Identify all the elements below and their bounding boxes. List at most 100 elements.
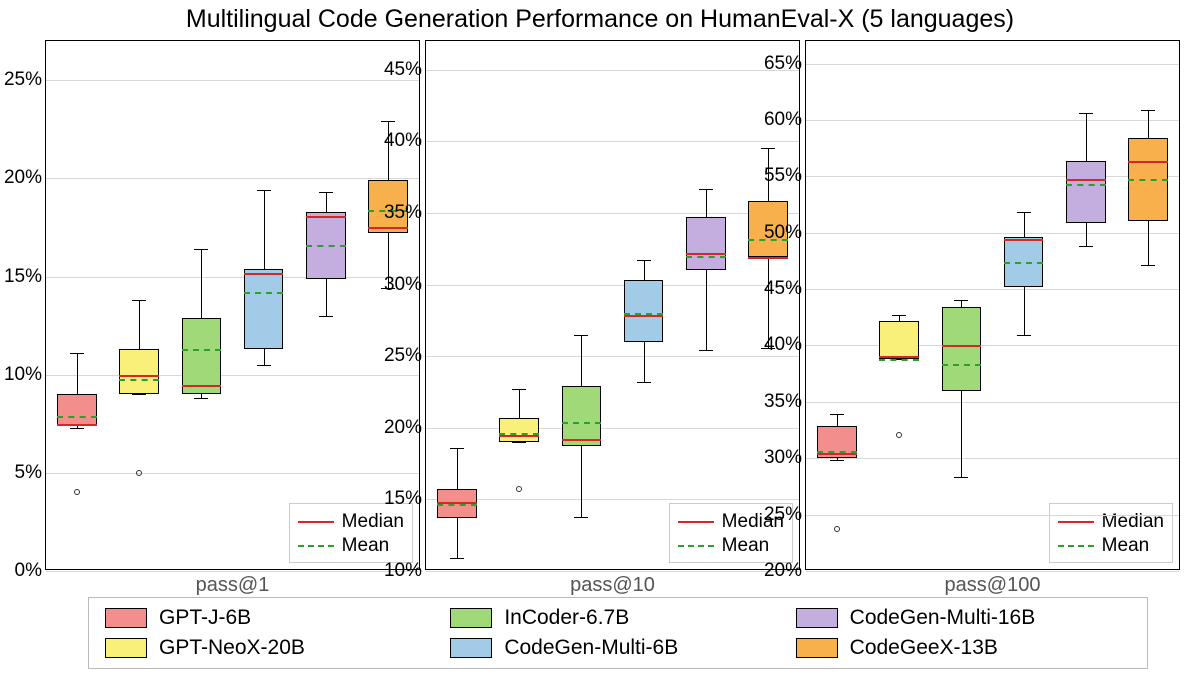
inner-legend: Median Mean xyxy=(289,503,413,563)
y-tick-label: 25% xyxy=(758,504,802,526)
y-tick-label: 40% xyxy=(378,130,422,152)
mean-line xyxy=(1066,184,1106,186)
gridline xyxy=(806,289,1179,290)
whisker-cap xyxy=(1141,110,1155,111)
whisker-cap xyxy=(761,148,775,149)
legend-label: CodeGeeX-13B xyxy=(850,636,998,660)
whisker-cap xyxy=(574,335,588,336)
median-line xyxy=(57,424,97,426)
mean-line xyxy=(182,349,222,351)
box xyxy=(57,394,97,425)
whisker-cap xyxy=(132,300,146,301)
whisker xyxy=(201,249,202,318)
legend-mean-line xyxy=(298,545,334,547)
box xyxy=(562,386,602,446)
gridline xyxy=(806,571,1179,572)
legend-item: InCoder-6.7B xyxy=(450,606,785,630)
gridline xyxy=(426,213,799,214)
y-tick-label: 25% xyxy=(0,69,42,91)
gridline xyxy=(426,571,799,572)
whisker-cap xyxy=(381,121,395,122)
y-tick-label: 30% xyxy=(378,274,422,296)
median-line xyxy=(879,356,919,358)
whisker xyxy=(326,192,327,212)
legend-median-line xyxy=(298,521,334,523)
outlier xyxy=(834,526,840,532)
whisker-cap xyxy=(637,382,651,383)
whisker xyxy=(139,300,140,349)
median-line xyxy=(1004,239,1044,241)
y-tick-label: 65% xyxy=(758,53,802,75)
legend-mean-line xyxy=(678,545,714,547)
mean-line xyxy=(817,451,857,453)
box xyxy=(119,349,159,394)
mean-line xyxy=(244,292,284,294)
outlier xyxy=(74,489,80,495)
whisker-cap xyxy=(1079,246,1093,247)
panel-pass100: pass@100 Median Mean 20%25%30%35%40%45%5… xyxy=(805,40,1180,570)
whisker-cap xyxy=(830,414,844,415)
median-line xyxy=(562,439,602,441)
legend-label: GPT-NeoX-20B xyxy=(159,636,305,660)
legend-label: InCoder-6.7B xyxy=(504,606,629,630)
whisker xyxy=(1086,223,1087,247)
whisker xyxy=(961,300,962,307)
legend-median-label: Median xyxy=(342,511,404,533)
legend-swatch xyxy=(450,608,492,628)
plot-area: pass@1 Median Mean 0%5%10%15%20%25% pass… xyxy=(45,40,1180,570)
whisker-cap xyxy=(954,300,968,301)
legend-mean-line xyxy=(1058,545,1094,547)
median-line xyxy=(368,227,408,229)
mean-line xyxy=(1128,179,1168,181)
legend-label: GPT-J-6B xyxy=(159,606,251,630)
panel-pass10: pass@10 Median Mean 10%15%20%25%30%35%40… xyxy=(425,40,800,570)
gridline xyxy=(46,277,419,278)
gridline xyxy=(46,473,419,474)
xlabel-pass1: pass@1 xyxy=(46,574,419,597)
y-tick-label: 15% xyxy=(378,488,422,510)
gridline xyxy=(46,80,419,81)
mean-line xyxy=(562,422,602,424)
y-tick-label: 15% xyxy=(0,266,42,288)
legend-swatch xyxy=(450,638,492,658)
whisker-cap xyxy=(574,517,588,518)
whisker xyxy=(644,342,645,382)
whisker-cap xyxy=(319,192,333,193)
whisker-cap xyxy=(70,353,84,354)
gridline xyxy=(806,402,1179,403)
legend-mean-label: Mean xyxy=(722,535,770,557)
gridline xyxy=(806,345,1179,346)
mean-line xyxy=(57,416,97,418)
legend-swatch xyxy=(105,638,147,658)
whisker xyxy=(706,270,707,350)
whisker xyxy=(264,190,265,269)
whisker-cap xyxy=(70,428,84,429)
whisker-cap xyxy=(512,389,526,390)
whisker xyxy=(1024,287,1025,335)
legend-label: CodeGen-Multi-16B xyxy=(850,606,1036,630)
y-tick-label: 25% xyxy=(378,345,422,367)
legend-item: GPT-J-6B xyxy=(105,606,440,630)
mean-line xyxy=(119,379,159,381)
figure: Multilingual Code Generation Performance… xyxy=(0,0,1200,679)
legend-median-line xyxy=(678,521,714,523)
outlier xyxy=(516,486,522,492)
gridline xyxy=(806,120,1179,121)
gridline xyxy=(806,458,1179,459)
whisker xyxy=(1148,110,1149,138)
whisker xyxy=(644,260,645,280)
y-tick-label: 35% xyxy=(758,391,802,413)
gridline xyxy=(426,70,799,71)
whisker-cap xyxy=(512,442,526,443)
box xyxy=(942,307,982,390)
legend-item: CodeGen-Multi-16B xyxy=(796,606,1131,630)
whisker-cap xyxy=(257,365,271,366)
box xyxy=(624,280,664,342)
y-tick-label: 30% xyxy=(758,447,802,469)
median-line xyxy=(748,257,788,259)
gridline xyxy=(46,571,419,572)
whisker-cap xyxy=(1017,212,1031,213)
whisker xyxy=(1148,221,1149,265)
y-tick-label: 45% xyxy=(758,278,802,300)
box xyxy=(499,418,539,442)
